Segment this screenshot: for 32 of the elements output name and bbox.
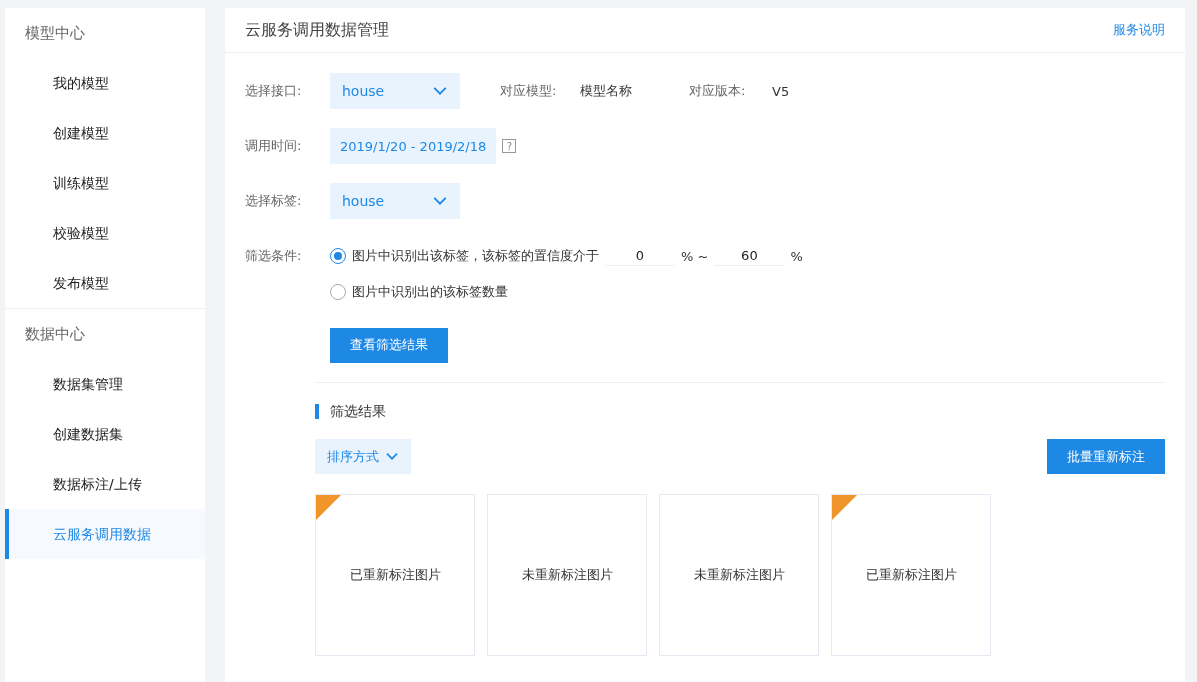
option-label: 图片中识别出该标签，该标签的置信度介于 (352, 247, 599, 265)
field-label: 筛选条件: (245, 247, 303, 265)
image-card[interactable]: 未重新标注图片 (659, 494, 819, 656)
card-label: 未重新标注图片 (521, 566, 613, 584)
help-icon[interactable]: ? (502, 139, 517, 153)
chevron-down-icon (432, 196, 448, 206)
field-label: 对应版本: (689, 82, 747, 100)
image-card[interactable]: 已重新标注图片 (315, 494, 475, 656)
card-label: 已重新标注图片 (865, 566, 957, 584)
sidebar-group-title: 模型中心 (24, 23, 86, 44)
version-value: V5 (772, 83, 790, 99)
section-title: 筛选结果 (315, 404, 1165, 419)
page-title: 云服务调用数据管理 (245, 19, 389, 41)
option-label: 图片中识别出的该标签数量 (352, 283, 508, 301)
sidebar-group-title: 数据中心 (24, 324, 86, 345)
batch-relabel-button[interactable]: 批量重新标注 (1047, 439, 1165, 474)
field-label: 选择接口: (245, 82, 303, 100)
field-label: 选择标签: (245, 192, 303, 210)
chevron-down-icon (385, 452, 399, 461)
service-info-link[interactable]: 服务说明 (1113, 21, 1165, 39)
sidebar-item[interactable]: 云服务调用数据 (5, 509, 205, 559)
image-card[interactable]: 未重新标注图片 (487, 494, 647, 656)
percent-unit: % (790, 248, 803, 264)
model-name: 模型名称 (580, 82, 632, 100)
card-label: 未重新标注图片 (693, 566, 785, 584)
field-label: 调用时间: (245, 137, 303, 155)
card-label: 已重新标注图片 (349, 566, 441, 584)
view-results-button[interactable]: 查看筛选结果 (330, 327, 448, 363)
chevron-down-icon (432, 86, 448, 96)
image-card[interactable]: 已重新标注图片 (831, 494, 991, 656)
field-label: 对应模型: (500, 82, 558, 100)
percent-separator: % ~ (681, 248, 709, 264)
